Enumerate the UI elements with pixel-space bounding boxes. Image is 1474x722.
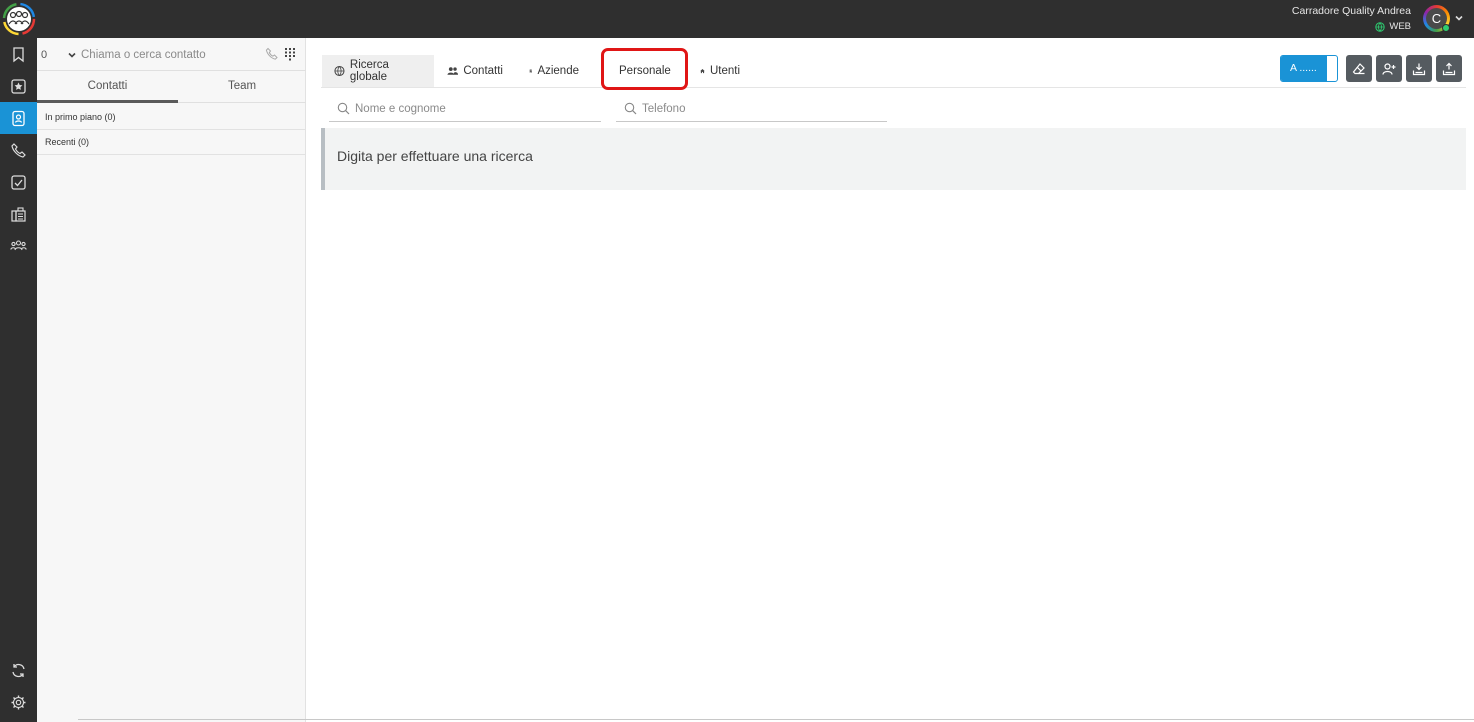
chevron-down-icon[interactable] [1454, 13, 1464, 23]
upload-button[interactable] [1436, 55, 1462, 82]
tab-utenti[interactable]: Utenti [688, 55, 752, 87]
add-user-icon [1382, 62, 1396, 75]
rail-item-fax[interactable] [0, 198, 37, 230]
phone-icon[interactable] [265, 47, 279, 61]
chevron-down-icon[interactable] [67, 50, 77, 60]
search-notice: Digita per effettuare una ricerca [321, 128, 1466, 190]
group-featured[interactable]: In primo piano (0) [37, 105, 306, 130]
dialpad-icon[interactable] [284, 47, 296, 61]
globe-icon [334, 65, 345, 77]
bookmark-icon [13, 46, 24, 62]
tab-contatti[interactable]: Contatti [37, 72, 178, 103]
panel-tabs: Contatti Team [37, 72, 306, 103]
rail-item-settings[interactable] [0, 686, 37, 718]
team-icon [10, 239, 27, 250]
clear-search-button[interactable] [1346, 55, 1372, 82]
tab-label: Aziende [537, 65, 579, 77]
rail-item-contacts[interactable] [0, 102, 37, 134]
tasks-icon [11, 174, 26, 190]
upload-icon [1442, 62, 1456, 75]
user-info: Carradore Quality Andrea WEB [1292, 5, 1411, 33]
tab-label: Contatti [463, 65, 503, 77]
call-search-row: 0 [37, 38, 306, 71]
rail-item-team[interactable] [0, 230, 37, 262]
tab-contatti[interactable]: Contatti [435, 55, 515, 87]
rail-item-calls[interactable] [0, 134, 37, 166]
main-area: Ricerca globale Contatti Aziende Persona… [314, 38, 1474, 722]
user-name: Carradore Quality Andrea [1291, 5, 1411, 17]
call-search-input[interactable] [81, 46, 256, 64]
rail-item-refresh[interactable] [0, 654, 37, 686]
contacts-panel: 0 Contatti Team In primo piano (0) Recen… [37, 38, 306, 722]
phone-search-field [616, 96, 887, 122]
home-icon [700, 69, 705, 74]
line-number[interactable]: 0 [41, 49, 47, 61]
rail-item-favorites[interactable] [0, 70, 37, 102]
tab-label: Ricerca globale [349, 59, 389, 83]
rail-item-bookmarks[interactable] [0, 38, 37, 70]
tab-aziende[interactable]: Aziende [517, 55, 591, 87]
download-icon [1412, 63, 1426, 75]
app-logo-icon[interactable] [2, 2, 36, 36]
favorites-icon [11, 78, 26, 94]
add-user-button[interactable] [1376, 55, 1402, 82]
phone-icon [11, 142, 26, 158]
fax-icon [11, 206, 26, 222]
tab-ricerca-globale[interactable]: Ricerca globale [322, 55, 434, 87]
building-icon [529, 69, 532, 73]
gear-icon [11, 695, 26, 709]
tab-team[interactable]: Team [178, 72, 306, 103]
group-recent[interactable]: Recenti (0) [37, 130, 306, 155]
bottom-divider [78, 719, 1474, 720]
globe-status-icon [1375, 21, 1386, 32]
top-bar: Carradore Quality Andrea WEB C [0, 0, 1474, 38]
presence-dot [1442, 24, 1450, 32]
download-button[interactable] [1406, 55, 1432, 82]
search-icon [337, 102, 350, 115]
rail-item-tasks[interactable] [0, 166, 37, 198]
phone-search-input[interactable] [642, 100, 872, 117]
eraser-icon [1352, 62, 1365, 74]
user-status-label: WEB [1389, 21, 1411, 32]
tab-label: Utenti [709, 65, 740, 77]
name-search-input[interactable] [355, 100, 585, 117]
highlight-annotation [601, 48, 688, 90]
toggle-label: A ...... [1281, 56, 1327, 81]
users-icon [447, 67, 459, 75]
search-icon [624, 102, 637, 115]
icon-rail [0, 38, 37, 722]
avatar[interactable]: C [1423, 5, 1450, 32]
search-mode-toggle[interactable]: A ...... [1280, 55, 1338, 82]
refresh-icon [12, 663, 25, 677]
user-status: WEB [1292, 20, 1411, 33]
name-search-field [329, 96, 601, 122]
contacts-icon [12, 110, 25, 126]
